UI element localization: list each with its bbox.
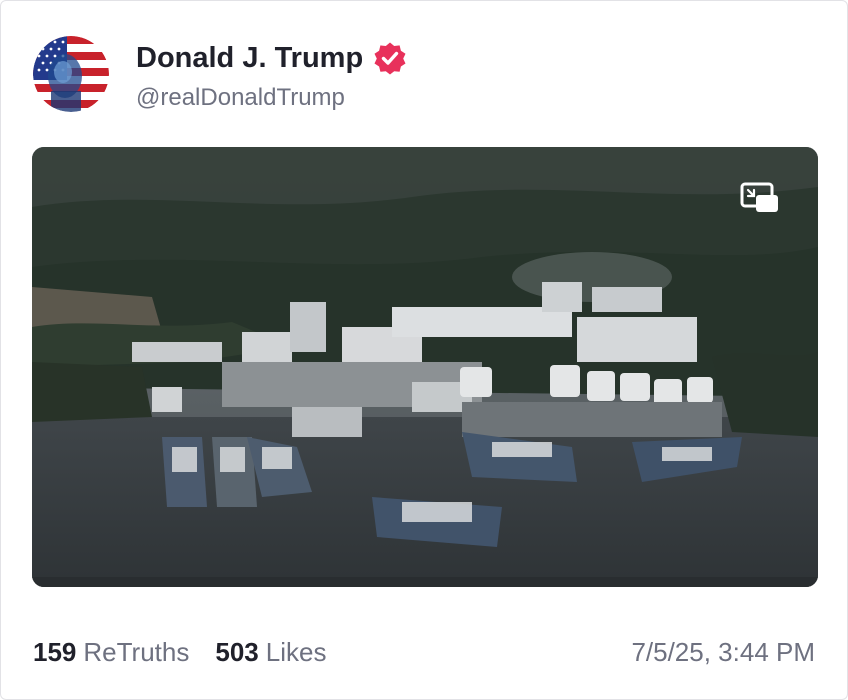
retruths-stat[interactable]: 159 ReTruths [33, 637, 189, 668]
retruths-count: 159 [33, 637, 77, 667]
author-name-row: Donald J. Trump [136, 41, 407, 75]
industrial-harbor-photo [32, 147, 818, 587]
retruths-label: ReTruths [83, 637, 190, 667]
verified-badge-icon [373, 41, 407, 75]
post-stats: 159 ReTruths 503 Likes [33, 637, 326, 668]
likes-count: 503 [215, 637, 259, 667]
author-display-name[interactable]: Donald J. Trump [136, 42, 363, 75]
author-handle[interactable]: @realDonaldTrump [136, 84, 345, 112]
post-media-video[interactable] [32, 147, 818, 587]
likes-label: Likes [265, 637, 327, 667]
avatar[interactable] [33, 36, 109, 112]
likes-stat[interactable]: 503 Likes [215, 637, 326, 668]
post-card: Donald J. Trump @realDonaldTrump 159 ReT… [0, 0, 848, 700]
post-timestamp: 7/5/25, 3:44 PM [631, 637, 815, 667]
picture-in-picture-icon[interactable] [740, 182, 780, 214]
